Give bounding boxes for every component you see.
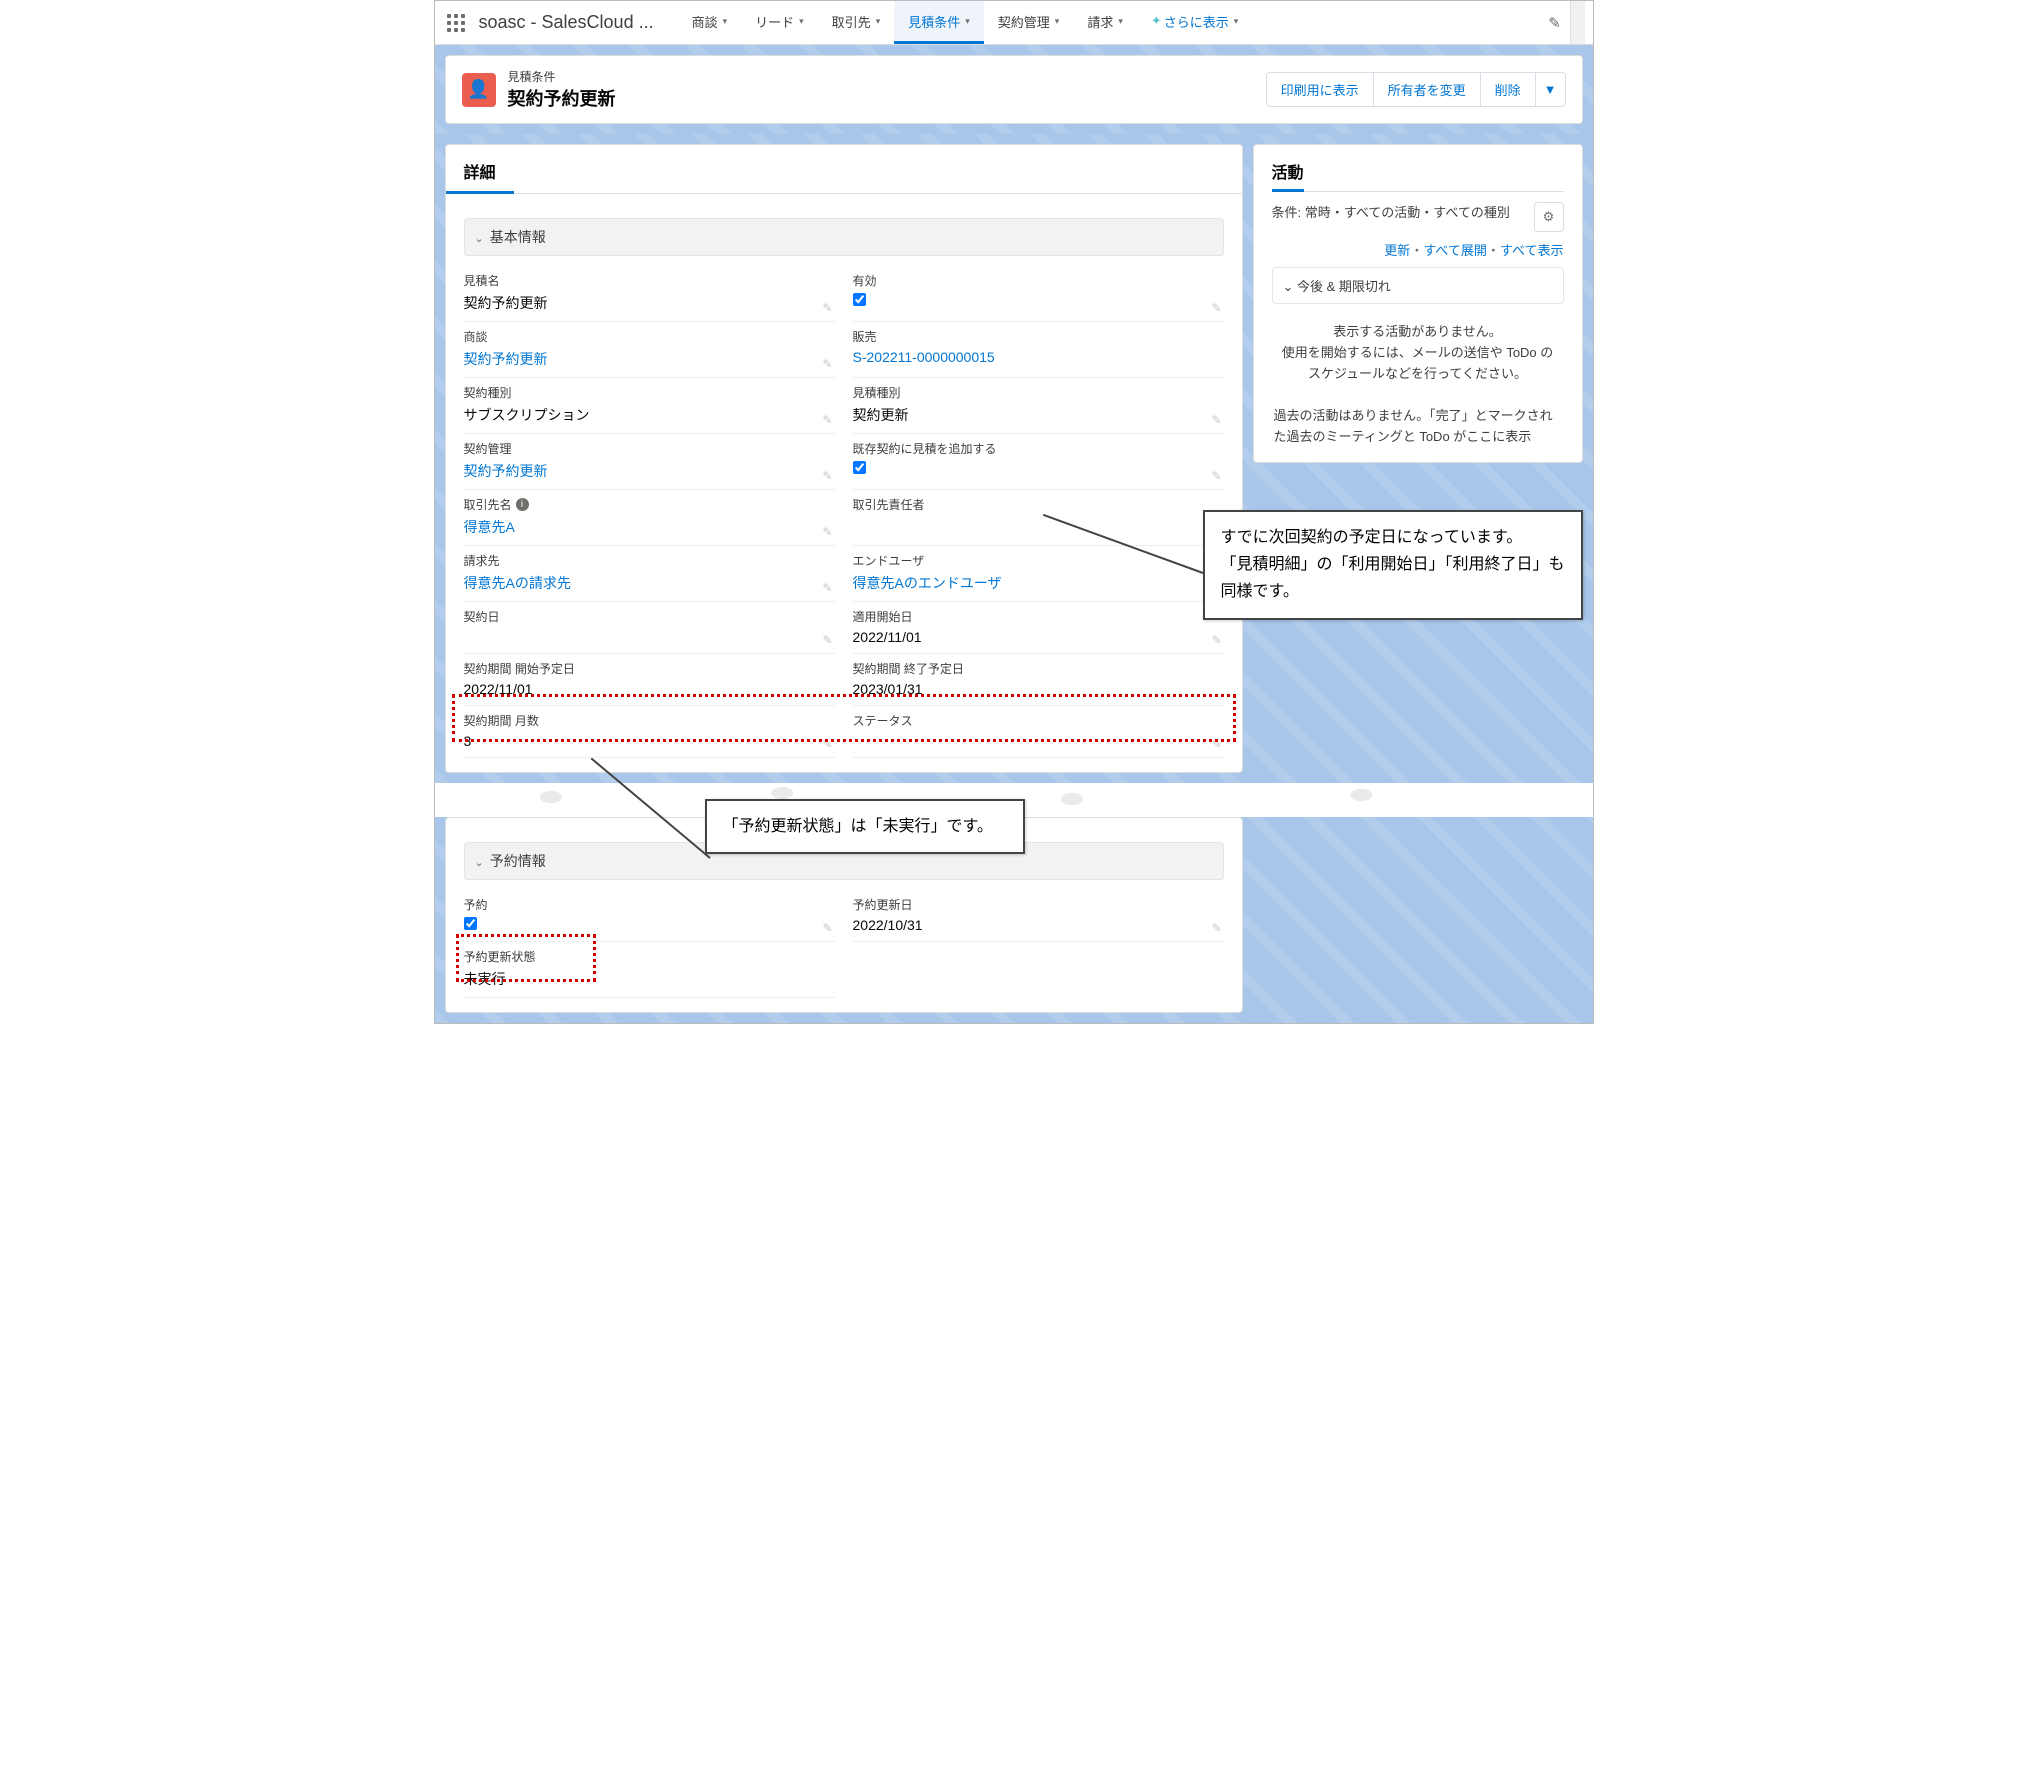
show-all-link[interactable]: すべて表示	[1500, 243, 1564, 258]
nav-tab-quote-condition[interactable]: 見積条件▾	[894, 1, 984, 44]
nav-tab-lead[interactable]: リード▾	[741, 1, 818, 44]
field-account: 取引先名i 得意先A ✎	[464, 490, 835, 546]
field-enabled: 有効 ✎	[853, 266, 1224, 322]
activity-links: 更新・すべて展開・すべて表示	[1272, 240, 1564, 259]
detail-tab[interactable]: 詳細	[446, 145, 514, 194]
end-user-link[interactable]: 得意先Aのエンドユーザ	[853, 573, 1224, 593]
edit-icon[interactable]: ✎	[822, 581, 832, 595]
gear-icon[interactable]: ⚙	[1534, 202, 1564, 232]
annotation-dates: すでに次回契約の予定日になっています。 「見積明細」の「利用開始日」「利用終了日…	[1203, 510, 1583, 620]
chevron-down-icon: ⌄	[475, 233, 484, 245]
chevron-down-icon: ▾	[1118, 16, 1123, 27]
object-label: 見積条件	[508, 68, 616, 85]
edit-icon[interactable]: ✎	[1211, 301, 1221, 315]
field-contract-date: 契約日 ✎	[464, 602, 835, 654]
sale-link[interactable]: S-202211-0000000015	[853, 349, 1224, 365]
more-actions-button[interactable]: ▼	[1536, 72, 1566, 107]
edit-icon[interactable]: ✎	[822, 737, 832, 751]
chevron-down-icon: ▾	[876, 16, 881, 27]
edit-icon[interactable]: ✎	[822, 921, 832, 935]
activity-tab[interactable]: 活動	[1272, 159, 1304, 192]
enabled-checkbox	[853, 293, 866, 306]
edit-icon[interactable]: ✎	[1211, 633, 1221, 647]
delete-button[interactable]: 削除	[1481, 72, 1536, 107]
app-launcher-icon[interactable]	[443, 10, 469, 36]
edit-icon[interactable]: ✎	[822, 469, 832, 483]
opportunity-link[interactable]: 契約予約更新	[464, 349, 835, 369]
field-period-months: 契約期間 月数 3 ✎	[464, 706, 835, 758]
expand-all-link[interactable]: すべて展開	[1423, 243, 1487, 258]
activity-filter-text: 条件: 常時・すべての活動・すべての種別	[1272, 202, 1526, 221]
reserved-checkbox	[464, 917, 477, 930]
edit-nav-icon[interactable]: ✎	[1540, 14, 1570, 32]
section-basic[interactable]: ⌄基本情報	[464, 218, 1224, 256]
field-contract-mgmt: 契約管理 契約予約更新 ✎	[464, 434, 835, 490]
billing-link[interactable]: 得意先Aの請求先	[464, 573, 835, 593]
account-link[interactable]: 得意先A	[464, 517, 835, 537]
field-reserve-date: 予約更新日 2022/10/31 ✎	[853, 890, 1224, 942]
nav-tab-billing[interactable]: 請求▾	[1073, 1, 1137, 44]
annotation-reserve-state: 「予約更新状態」は「未実行」です。	[705, 799, 1025, 854]
field-status: ステータス ✎	[853, 706, 1224, 758]
field-contract-kind: 契約種別 サブスクリプション ✎	[464, 378, 835, 434]
nav-tab-opportunity[interactable]: 商談▾	[678, 1, 742, 44]
edit-icon[interactable]: ✎	[1211, 921, 1221, 935]
global-nav: soasc - SalesCloud ... 商談▾ リード▾ 取引先▾ 見積条…	[435, 1, 1593, 45]
field-quote-name: 見積名 契約予約更新 ✎	[464, 266, 835, 322]
change-owner-button[interactable]: 所有者を変更	[1374, 72, 1481, 107]
past-activity-message: 過去の活動はありません。「完了」とマークされた過去のミーティングと ToDo が…	[1272, 400, 1564, 448]
edit-icon[interactable]: ✎	[822, 633, 832, 647]
field-reserved: 予約 ✎	[464, 890, 835, 942]
field-reserve-state: 予約更新状態 未実行	[464, 942, 835, 998]
chevron-down-icon: ▾	[1234, 16, 1239, 27]
scrollbar[interactable]	[1570, 1, 1585, 44]
chevron-down-icon: ▾	[723, 16, 728, 27]
add-existing-checkbox	[853, 461, 866, 474]
nav-tab-contract[interactable]: 契約管理▾	[984, 1, 1074, 44]
no-activity-message: 表示する活動がありません。 使用を開始するには、メールの送信や ToDo のスケ…	[1272, 312, 1564, 400]
chevron-down-icon: ▾	[965, 16, 970, 27]
nav-tab-account[interactable]: 取引先▾	[818, 1, 895, 44]
edit-icon[interactable]: ✎	[822, 413, 832, 427]
chevron-down-icon: ⌄	[475, 857, 484, 869]
field-end-user: エンドユーザ 得意先Aのエンドユーザ ✎	[853, 546, 1224, 602]
edit-icon[interactable]: ✎	[1211, 469, 1221, 483]
refresh-link[interactable]: 更新	[1384, 243, 1410, 258]
edit-icon[interactable]: ✎	[822, 357, 832, 371]
header-actions: 印刷用に表示 所有者を変更 削除 ▼	[1266, 72, 1566, 107]
field-responsible: 取引先責任者 ✎	[853, 490, 1224, 546]
upcoming-section[interactable]: ⌄ 今後 & 期限切れ	[1272, 267, 1564, 304]
edit-icon[interactable]: ✎	[1211, 413, 1221, 427]
field-apply-start: 適用開始日 2022/11/01 ✎	[853, 602, 1224, 654]
edit-icon[interactable]: ✎	[1211, 737, 1221, 751]
field-add-existing: 既存契約に見積を追加する ✎	[853, 434, 1224, 490]
chevron-down-icon: ▾	[799, 16, 804, 27]
nav-more[interactable]: ✦さらに表示▾	[1137, 1, 1252, 44]
field-quote-kind: 見積種別 契約更新 ✎	[853, 378, 1224, 434]
chevron-down-icon: ▾	[1055, 16, 1060, 27]
field-sale: 販売 S-202211-0000000015	[853, 322, 1224, 378]
app-name: soasc - SalesCloud ...	[479, 12, 654, 33]
record-header: 👤 見積条件 契約予約更新 印刷用に表示 所有者を変更 削除 ▼	[445, 55, 1583, 124]
field-billing: 請求先 得意先Aの請求先 ✎	[464, 546, 835, 602]
chevron-down-icon: ⌄	[1283, 279, 1294, 294]
edit-icon[interactable]: ✎	[822, 301, 832, 315]
field-empty	[853, 942, 1224, 998]
contract-mgmt-link[interactable]: 契約予約更新	[464, 461, 835, 481]
field-period-start: 契約期間 開始予定日 2022/11/01	[464, 654, 835, 706]
field-opportunity: 商談 契約予約更新 ✎	[464, 322, 835, 378]
field-period-end: 契約期間 終了予定日 2023/01/31	[853, 654, 1224, 706]
edit-icon[interactable]: ✎	[822, 525, 832, 539]
record-icon: 👤	[462, 73, 496, 107]
print-button[interactable]: 印刷用に表示	[1266, 72, 1374, 107]
info-icon[interactable]: i	[516, 498, 529, 511]
record-title: 契約予約更新	[508, 85, 616, 111]
